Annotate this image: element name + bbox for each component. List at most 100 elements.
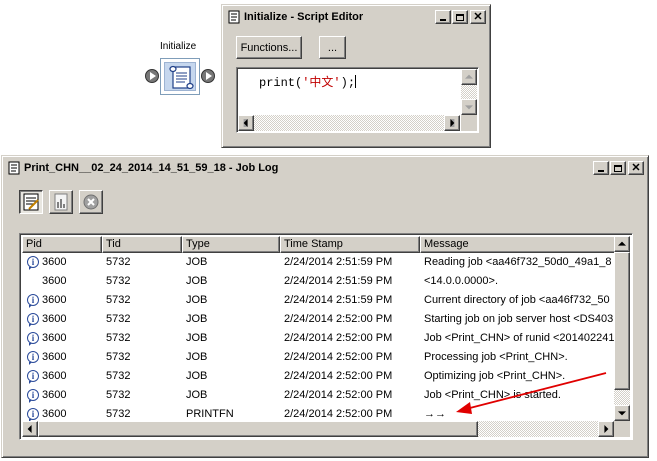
trace-log-icon — [23, 193, 39, 211]
pid-cell: 3600 — [42, 389, 67, 401]
info-icon: i — [27, 332, 39, 346]
script-editor-window: Initialize - Script Editor ✕ Functions..… — [221, 4, 491, 148]
more-options-button[interactable]: ... — [319, 36, 346, 59]
script-editor-titlebar[interactable]: Initialize - Script Editor ✕ — [225, 8, 487, 26]
table-row[interactable]: i 3600 5732 JOB 2/24/2014 2:52:00 PM Job … — [22, 329, 616, 348]
editor-vertical-scrollbar[interactable] — [461, 69, 477, 115]
tid-cell: 5732 — [106, 370, 131, 382]
table-row[interactable]: i 3600 5732 JOB 2/24/2014 2:52:00 PM Proc… — [22, 348, 616, 367]
scroll-left-button[interactable] — [238, 115, 254, 131]
scroll-thumb[interactable] — [38, 421, 478, 437]
type-cell: JOB — [186, 275, 208, 287]
log-horizontal-scrollbar[interactable] — [22, 421, 614, 437]
scroll-up-button[interactable] — [461, 69, 477, 85]
error-log-button[interactable] — [79, 190, 103, 214]
message-cell: Job <Print_CHN> is started. — [424, 389, 561, 401]
window-app-icon — [227, 10, 241, 24]
job-log-titlebar[interactable]: Print_CHN__02_24_2014_14_51_59_18 - Job … — [5, 159, 645, 177]
input-port-icon[interactable] — [145, 69, 159, 83]
timestamp-cell: 2/24/2014 2:52:00 PM — [284, 351, 393, 363]
info-icon: i — [27, 294, 39, 308]
pid-cell: 3600 — [42, 351, 67, 363]
close-icon: ✕ — [631, 162, 641, 174]
pid-cell: 3600 — [42, 408, 67, 420]
info-icon: i — [27, 389, 39, 403]
maximize-button[interactable] — [610, 161, 626, 175]
log-table[interactable]: Pid Tid Type Time Stamp Message i 3600 57… — [19, 233, 633, 440]
code-suffix: ); — [340, 76, 356, 90]
tid-cell: 5732 — [106, 275, 131, 287]
column-header-message[interactable]: Message — [420, 236, 616, 253]
maximize-button[interactable] — [452, 10, 468, 24]
message-cell: Optimizing job <Print_CHN>. — [424, 370, 566, 382]
code-string-literal: '中文' — [302, 76, 341, 90]
type-cell: JOB — [186, 294, 208, 306]
scroll-down-button[interactable] — [614, 405, 630, 421]
scroll-corner — [614, 421, 630, 437]
type-cell: JOB — [186, 332, 208, 344]
tid-cell: 5732 — [106, 332, 131, 344]
log-vertical-scrollbar[interactable] — [614, 236, 630, 421]
code-prefix: print( — [259, 76, 303, 90]
pid-cell: 3600 — [42, 294, 67, 306]
column-header-tid[interactable]: Tid — [102, 236, 182, 253]
monitor-log-button[interactable] — [49, 190, 73, 214]
column-header-pid[interactable]: Pid — [22, 236, 102, 253]
tid-cell: 5732 — [106, 389, 131, 401]
pid-cell: 3600 — [42, 275, 67, 287]
close-button[interactable]: ✕ — [628, 161, 644, 175]
type-cell: JOB — [186, 370, 208, 382]
info-icon: i — [27, 313, 39, 327]
scroll-right-button[interactable] — [444, 115, 460, 131]
table-row[interactable]: 3600 5732 JOB 2/24/2014 2:51:59 PM <14.0… — [22, 272, 616, 291]
minimize-icon — [440, 19, 446, 21]
maximize-icon — [614, 164, 622, 172]
type-cell: JOB — [186, 389, 208, 401]
message-cell: Current directory of job <aa46f732_50 — [424, 294, 610, 306]
minimize-button[interactable] — [435, 10, 451, 24]
job-log-window: Print_CHN__02_24_2014_14_51_59_18 - Job … — [1, 155, 649, 458]
column-header-timestamp[interactable]: Time Stamp — [280, 236, 420, 253]
message-cell: Reading job <aa46f732_50d0_49a1_8 — [424, 256, 612, 268]
functions-button[interactable]: Functions... — [236, 36, 302, 59]
scroll-down-button[interactable] — [461, 99, 477, 115]
table-row[interactable]: i 3600 5732 JOB 2/24/2014 2:52:00 PM Job … — [22, 386, 616, 405]
close-icon: ✕ — [473, 11, 483, 23]
timestamp-cell: 2/24/2014 2:51:59 PM — [284, 294, 393, 306]
text-caret — [355, 75, 357, 88]
node-label: Initialize — [160, 41, 197, 52]
window-app-icon — [7, 161, 21, 175]
script-code-editor[interactable]: print('中文'); — [236, 67, 479, 133]
close-button[interactable]: ✕ — [470, 10, 486, 24]
info-icon: i — [27, 370, 39, 384]
editor-horizontal-scrollbar[interactable] — [238, 115, 460, 131]
info-icon: i — [27, 256, 39, 270]
message-cell: Processing job <Print_CHN>. — [424, 351, 568, 363]
pid-cell: 3600 — [42, 370, 67, 382]
column-header-type[interactable]: Type — [182, 236, 280, 253]
maximize-icon — [456, 13, 464, 21]
timestamp-cell: 2/24/2014 2:51:59 PM — [284, 256, 393, 268]
minimize-button[interactable] — [593, 161, 609, 175]
info-icon: i — [27, 408, 39, 422]
timestamp-cell: 2/24/2014 2:52:00 PM — [284, 370, 393, 382]
trace-log-button[interactable] — [19, 190, 43, 214]
window-title: Print_CHN__02_24_2014_14_51_59_18 - Job … — [24, 162, 279, 174]
type-cell: JOB — [186, 313, 208, 325]
table-row[interactable]: i 3600 5732 JOB 2/24/2014 2:52:00 PM Star… — [22, 310, 616, 329]
table-header: Pid Tid Type Time Stamp Message — [22, 236, 616, 253]
scroll-up-button[interactable] — [614, 236, 630, 252]
tid-cell: 5732 — [106, 313, 131, 325]
type-cell: JOB — [186, 256, 208, 268]
output-port-icon[interactable] — [201, 69, 215, 83]
pid-cell: 3600 — [42, 332, 67, 344]
scroll-left-button[interactable] — [22, 421, 38, 437]
error-log-icon — [83, 194, 99, 210]
scroll-thumb[interactable] — [614, 252, 630, 390]
initialize-script-node[interactable] — [160, 58, 200, 95]
table-row[interactable]: i 3600 5732 JOB 2/24/2014 2:52:00 PM Opti… — [22, 367, 616, 386]
message-cell: Job <Print_CHN> of runid <2014022411 — [424, 332, 616, 344]
scroll-right-button[interactable] — [598, 421, 614, 437]
table-row[interactable]: i 3600 5732 JOB 2/24/2014 2:51:59 PM Curr… — [22, 291, 616, 310]
table-row[interactable]: i 3600 5732 JOB 2/24/2014 2:51:59 PM Read… — [22, 253, 616, 272]
